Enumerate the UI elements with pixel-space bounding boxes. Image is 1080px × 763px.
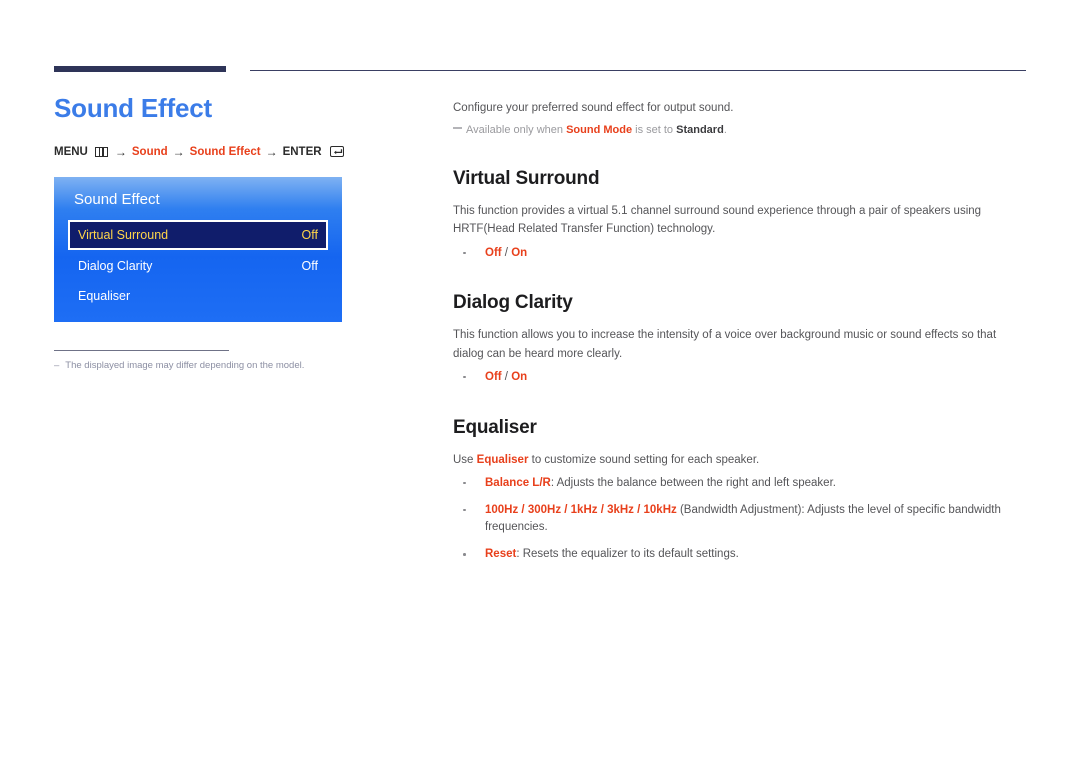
page-title: Sound Effect <box>54 93 212 123</box>
section-body-equaliser: Use Equaliser to customize sound setting… <box>453 451 1028 469</box>
right-column: Configure your preferred sound effect fo… <box>453 100 1028 573</box>
option-separator: / <box>501 370 512 383</box>
osd-row-label: Equaliser <box>78 288 131 303</box>
section-bullets-equaliser: Balance L/R: Adjusts the balance between… <box>453 475 1028 564</box>
option-on: On <box>511 370 528 383</box>
osd-panel-title: Sound Effect <box>74 190 160 208</box>
menu-grid-icon <box>94 146 108 157</box>
breadcrumb-step-sound: Sound <box>131 145 168 158</box>
note-suffix: . <box>723 123 727 136</box>
page-header-rules <box>0 0 1080 80</box>
footnote-divider <box>54 349 229 351</box>
equaliser-body-prefix: Use <box>453 453 477 466</box>
equaliser-item-term: Reset <box>485 548 517 561</box>
availability-note: Available only when Sound Mode is set to… <box>453 122 1028 139</box>
section-title-dialog-clarity: Dialog Clarity <box>453 292 573 314</box>
header-rule-thin <box>250 70 1026 71</box>
breadcrumb: MENU → Sound → Sound Effect → ENTER <box>54 145 434 159</box>
list-item: Off / On <box>453 245 1028 263</box>
section-title-equaliser: Equaliser <box>453 416 537 438</box>
intro-text: Configure your preferred sound effect fo… <box>453 102 734 114</box>
option-off: Off <box>485 246 502 259</box>
osd-row-equaliser[interactable]: Equaliser <box>68 282 328 310</box>
note-dash-icon <box>453 126 462 129</box>
equaliser-item-desc: : Resets the equalizer to its default se… <box>516 548 739 561</box>
section-title-virtual-surround: Virtual Surround <box>453 168 600 190</box>
list-item: Off / On <box>453 369 1028 387</box>
section-body-virtual-surround: This function provides a virtual 5.1 cha… <box>453 205 982 236</box>
note-term-standard: Standard <box>676 123 724 136</box>
osd-panel: Sound Effect Virtual Surround Off Dialog… <box>54 176 342 322</box>
option-separator: / <box>501 246 512 259</box>
left-column: Sound Effect MENU → Sound → Sound Effect… <box>54 94 434 372</box>
option-on: On <box>511 246 528 259</box>
option-off: Off <box>485 370 502 383</box>
section-bullets-dialog-clarity: Off / On <box>453 369 1028 387</box>
list-item: 100Hz / 300Hz / 1kHz / 3kHz / 10kHz (Ban… <box>453 502 1028 538</box>
list-item: Balance L/R: Adjusts the balance between… <box>453 475 1028 493</box>
osd-row-label: Dialog Clarity <box>78 258 153 273</box>
note-middle: is set to <box>632 123 677 136</box>
osd-row-dialog-clarity[interactable]: Dialog Clarity Off <box>68 252 328 280</box>
equaliser-item-term: 100Hz / 300Hz / 1kHz / 3kHz / 10kHz <box>485 503 677 516</box>
osd-row-value: Off <box>301 227 318 242</box>
osd-row-label: Virtual Surround <box>78 227 169 242</box>
breadcrumb-arrow-3: → <box>265 144 278 159</box>
breadcrumb-enter-label: ENTER <box>282 145 322 158</box>
equaliser-body-term: Equaliser <box>476 453 529 466</box>
list-item: Reset: Resets the equalizer to its defau… <box>453 546 1028 564</box>
footnote-text: The displayed image may differ depending… <box>65 359 305 371</box>
breadcrumb-step-sound-effect: Sound Effect <box>189 145 261 158</box>
osd-row-virtual-surround[interactable]: Virtual Surround Off <box>68 219 328 250</box>
footnote-dash: – <box>54 359 60 371</box>
breadcrumb-arrow-1: → <box>114 144 127 159</box>
equaliser-item-term: Balance L/R <box>485 476 551 489</box>
osd-row-value: Off <box>301 258 318 273</box>
note-prefix: Available only when <box>466 123 567 136</box>
note-term-sound-mode: Sound Mode <box>566 123 633 136</box>
breadcrumb-arrow-2: → <box>172 144 185 159</box>
enter-key-icon <box>329 146 344 158</box>
footnote: – The displayed image may differ dependi… <box>54 360 434 372</box>
equaliser-item-desc: : Adjusts the balance between the right … <box>550 476 836 489</box>
section-bullets-virtual-surround: Off / On <box>453 245 1028 263</box>
header-rule-thick <box>54 66 226 72</box>
footnote-block: – The displayed image may differ dependi… <box>54 349 434 372</box>
breadcrumb-menu-label: MENU <box>54 145 88 158</box>
section-body-dialog-clarity: This function allows you to increase the… <box>453 329 997 360</box>
equaliser-body-suffix: to customize sound setting for each spea… <box>528 453 760 466</box>
